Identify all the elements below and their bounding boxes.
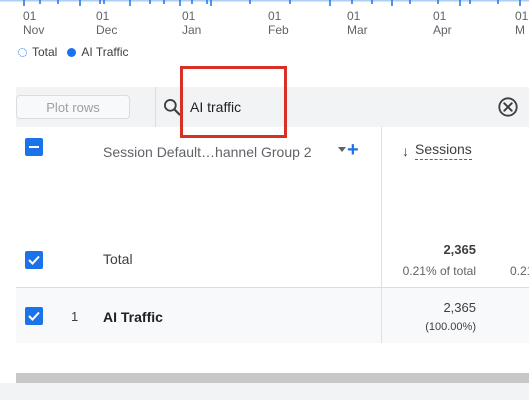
sort-arrow-down-icon: ↓: [402, 142, 409, 159]
table-row[interactable]: 1 AI Traffic 2,365 (100.00%): [16, 288, 529, 343]
checkmark-icon: [28, 311, 40, 321]
chart-legend: Total AI Traffic: [18, 45, 139, 59]
chevron-down-icon[interactable]: [338, 147, 346, 152]
bottom-panel-edge: [0, 383, 529, 400]
column-divider: [381, 127, 382, 287]
chart-line-strip: [0, 0, 529, 6]
horizontal-scrollbar[interactable]: [16, 373, 529, 383]
axis-tick-apr: 01 Apr: [433, 9, 452, 37]
clear-search-icon[interactable]: [497, 96, 519, 118]
sessions-header-label: Sessions: [415, 141, 472, 160]
row-index: 1: [71, 309, 79, 324]
legend-item-total[interactable]: Total: [18, 45, 57, 59]
total-sessions-pct: 0.21% of total: [402, 264, 476, 278]
axis-tick-mar: 01 Mar: [347, 9, 368, 37]
toolbar-divider: [155, 87, 156, 127]
add-dimension-button[interactable]: +: [347, 140, 359, 160]
next-column-total-pct: 0.21: [510, 264, 529, 278]
axis-tick-dec: 01 Dec: [96, 9, 118, 37]
legend-label-total: Total: [32, 45, 58, 59]
legend-label-ai-traffic: AI Traffic: [81, 45, 129, 59]
search-icon: [164, 99, 181, 116]
solid-circle-icon: [67, 47, 77, 57]
report-table: Session Default…hannel Group 2 + ↓ Sessi…: [16, 127, 529, 343]
sessions-column-header[interactable]: ↓ Sessions: [402, 141, 472, 160]
axis-tick-feb: 01 Feb: [268, 9, 289, 37]
row-sessions-value: 2,365: [443, 300, 476, 315]
dimension-header[interactable]: Session Default…hannel Group 2: [103, 144, 312, 160]
total-sessions-value: 2,365: [443, 242, 476, 257]
column-divider: [381, 288, 382, 343]
select-all-checkbox[interactable]: [25, 138, 43, 156]
row-checkbox[interactable]: [25, 307, 43, 325]
legend-item-ai-traffic[interactable]: AI Traffic: [67, 45, 129, 59]
axis-tick-may: 01 M: [515, 9, 529, 37]
total-row-label: Total: [103, 251, 133, 267]
row-sessions-pct: (100.00%): [425, 321, 476, 333]
plot-rows-button[interactable]: Plot rows: [16, 95, 130, 119]
axis-tick-nov: 01 Nov: [23, 9, 45, 37]
dotted-circle-icon: [18, 47, 27, 57]
total-row-checkbox[interactable]: [25, 251, 43, 269]
checkmark-icon: [28, 255, 40, 265]
row-dimension-value: AI Traffic: [103, 309, 163, 325]
axis-tick-jan: 01 Jan: [182, 9, 202, 37]
